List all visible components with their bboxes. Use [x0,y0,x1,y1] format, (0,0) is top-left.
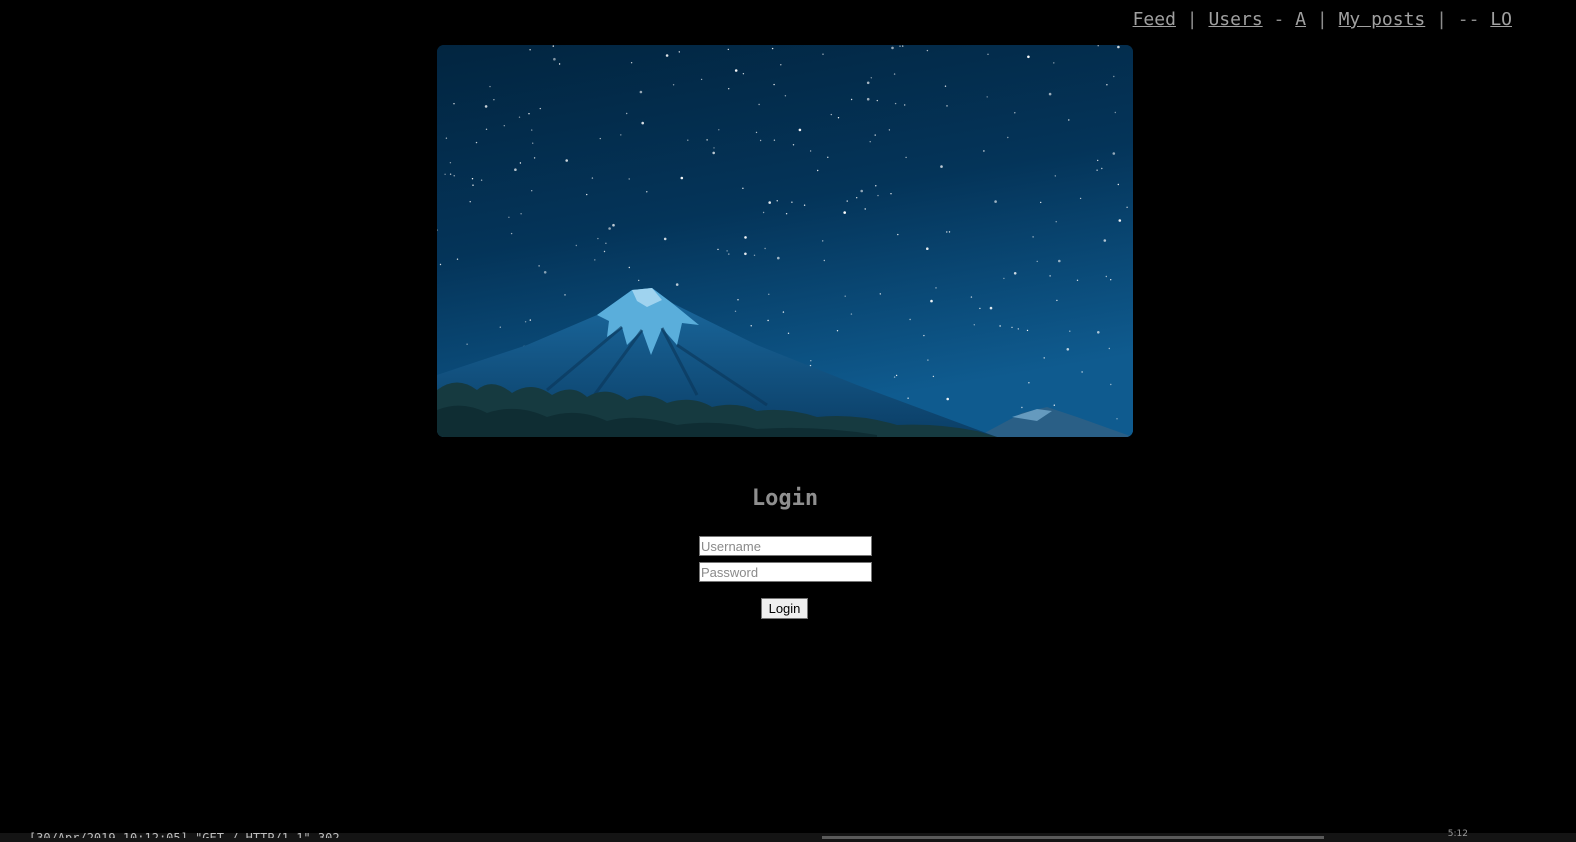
login-button[interactable]: Login [761,598,808,619]
login-title: Login [751,486,819,511]
clock: 5:12 [1447,829,1468,839]
server-log-text: - - [30/Apr/2019 10:12:05] "GET / HTTP/1… [0,831,355,838]
nav-separator: | [1186,9,1198,30]
username-input[interactable] [699,536,872,556]
nav-dash: - [1273,9,1285,30]
password-input[interactable] [699,562,872,582]
nav-users-link[interactable]: Users [1208,9,1262,30]
nav-separator: | [1316,9,1328,30]
nav-logout-link[interactable]: LO [1490,9,1512,30]
nav-a-link[interactable]: A [1295,9,1306,30]
nav-feed-link[interactable]: Feed [1133,9,1176,30]
scroll-track[interactable] [822,836,1324,839]
top-nav: Feed | Users - A | My posts | -- LO [1133,9,1512,30]
hero-image [437,45,1133,437]
nav-my-posts-link[interactable]: My posts [1339,9,1426,30]
mountain-night-landscape-icon [437,45,1133,437]
nav-separator: | -- [1436,9,1480,30]
